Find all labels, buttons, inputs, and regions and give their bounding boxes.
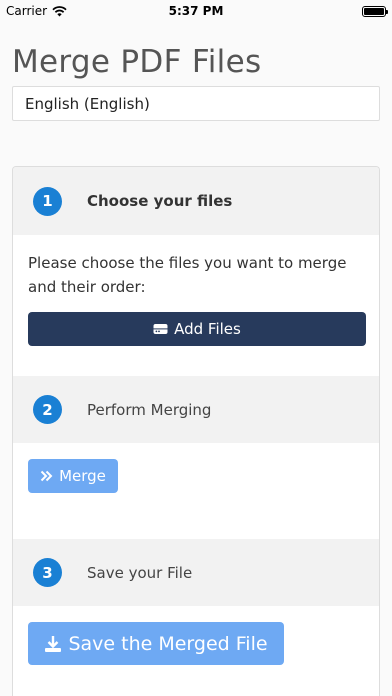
step-3-badge: 3 <box>33 558 62 587</box>
status-bar: Carrier 5:37 PM <box>0 0 392 22</box>
add-files-label: Add Files <box>174 320 241 338</box>
step-2-header: 2 Perform Merging <box>13 376 379 443</box>
merge-steps-card: 1 Choose your files Please choose the fi… <box>12 166 380 696</box>
add-files-button[interactable]: Add Files <box>28 312 366 346</box>
save-merged-file-button[interactable]: Save the Merged File <box>28 622 284 665</box>
carrier-label: Carrier <box>6 4 48 18</box>
save-merged-file-label: Save the Merged File <box>68 632 268 655</box>
drive-icon <box>153 324 168 334</box>
merge-button[interactable]: Merge <box>28 459 118 493</box>
step-1-description: Please choose the files you want to merg… <box>28 254 347 296</box>
double-chevron-right-icon <box>40 470 53 482</box>
language-select[interactable]: English (English) <box>12 86 380 121</box>
step-1-header: 1 Choose your files <box>13 167 379 235</box>
status-time: 5:37 PM <box>168 4 224 18</box>
page-title: Merge PDF Files <box>12 44 262 80</box>
step-1-badge: 1 <box>33 186 62 216</box>
step-3-title: Save your File <box>87 563 193 582</box>
merge-label: Merge <box>59 467 106 485</box>
battery-icon <box>362 5 388 17</box>
download-icon <box>45 635 62 652</box>
step-1-title: Choose your files <box>87 192 233 210</box>
step-2-badge: 2 <box>33 395 62 424</box>
step-3-header: 3 Save your File <box>13 539 379 606</box>
language-selected-value: English (English) <box>25 94 150 113</box>
wifi-icon <box>52 5 67 16</box>
step-2-title: Perform Merging <box>87 400 212 419</box>
